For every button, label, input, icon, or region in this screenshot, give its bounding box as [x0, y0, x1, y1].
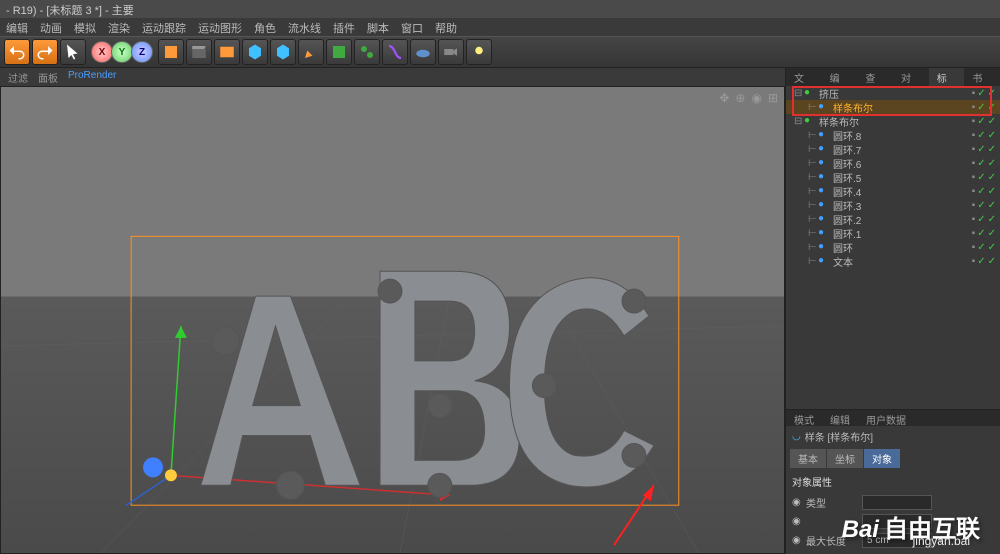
- tree-row[interactable]: ⊢●圆环.3▪✓✓: [786, 198, 1000, 212]
- attr-header: ◡ 样条 [样条布尔]: [786, 426, 1000, 447]
- tree-row[interactable]: ⊢●圆环.7▪✓✓: [786, 142, 1000, 156]
- title-bar: - R19) - [未标题 3 *] - 主要: [0, 0, 1000, 18]
- light-button[interactable]: [466, 39, 492, 65]
- menu-item[interactable]: 插件: [333, 20, 355, 34]
- menu-item[interactable]: 运动图形: [198, 20, 242, 34]
- type-input[interactable]: [862, 495, 932, 510]
- menu-item[interactable]: 运动跟踪: [142, 20, 186, 34]
- object-panel-tabs: 文件 编辑 查看 对象 标签 书签: [786, 68, 1000, 86]
- axis-z-button[interactable]: Z: [131, 41, 153, 63]
- tree-row[interactable]: ⊢●圆环.5▪✓✓: [786, 170, 1000, 184]
- pen-button[interactable]: [298, 39, 324, 65]
- attr-subtab[interactable]: 坐标: [827, 449, 863, 468]
- tree-row[interactable]: ⊢●圆环.4▪✓✓: [786, 184, 1000, 198]
- viewport-tab[interactable]: ProRender: [68, 70, 116, 84]
- viewport-tabs: 过滤 面板 ProRender: [0, 68, 785, 86]
- undo-button[interactable]: [4, 39, 30, 65]
- tree-row[interactable]: ⊢●圆环.8▪✓✓: [786, 128, 1000, 142]
- tree-row[interactable]: ⊢●圆环.1▪✓✓: [786, 226, 1000, 240]
- tree-row[interactable]: ⊢●圆环▪✓✓: [786, 240, 1000, 254]
- menu-item[interactable]: 角色: [254, 20, 276, 34]
- menu-item[interactable]: 动画: [40, 20, 62, 34]
- attr-tab[interactable]: 用户数据: [858, 410, 914, 426]
- attr-tab[interactable]: 编辑: [822, 410, 858, 426]
- object-icon: ●: [818, 143, 830, 155]
- menu-item[interactable]: 窗口: [401, 20, 423, 34]
- menu-item[interactable]: 编辑: [6, 20, 28, 34]
- viewport-container: 过滤 面板 ProRender ✥ ⊕ ◉ ⊞: [0, 68, 785, 554]
- panel-tab[interactable]: 书签: [964, 68, 1000, 86]
- menu-bar: 编辑 动画 模拟 渲染 运动跟踪 运动图形 角色 流水线 插件 脚本 窗口 帮助: [0, 18, 1000, 36]
- axis-x-button[interactable]: X: [91, 41, 113, 63]
- object-icon: ●: [818, 185, 830, 197]
- object-icon: ●: [818, 241, 830, 253]
- panel-tab[interactable]: 编辑: [822, 68, 858, 86]
- object-icon: ●: [818, 227, 830, 239]
- panel-tab[interactable]: 标签: [929, 68, 965, 86]
- object-icon: ●: [818, 157, 830, 169]
- cube2-button[interactable]: [270, 39, 296, 65]
- viewport-tab[interactable]: 面板: [38, 70, 58, 84]
- attr-subtab[interactable]: 对象: [864, 449, 900, 468]
- render-button[interactable]: [158, 39, 184, 65]
- menu-item[interactable]: 脚本: [367, 20, 389, 34]
- panel-tab[interactable]: 对象: [893, 68, 929, 86]
- right-panel: 文件 编辑 查看 对象 标签 书签 ⊟●挤压▪✓✓⊢●样条布尔▪✓✓⊟●样条布尔…: [785, 68, 1000, 554]
- axis-y-button[interactable]: Y: [111, 41, 133, 63]
- menu-item[interactable]: 流水线: [288, 20, 321, 34]
- attr-tab[interactable]: 模式: [786, 410, 822, 426]
- menu-item[interactable]: 帮助: [435, 20, 457, 34]
- camera-button[interactable]: [438, 39, 464, 65]
- object-icon: ●: [818, 129, 830, 141]
- object-icon: ●: [818, 199, 830, 211]
- object-icon: ●: [818, 213, 830, 225]
- attr-label: 类型: [806, 495, 856, 510]
- object-tree[interactable]: ⊟●挤压▪✓✓⊢●样条布尔▪✓✓⊟●样条布尔▪✓✓⊢●圆环.8▪✓✓⊢●圆环.7…: [786, 86, 1000, 409]
- panel-tab[interactable]: 文件: [786, 68, 822, 86]
- tree-row[interactable]: ⊢●圆环.2▪✓✓: [786, 212, 1000, 226]
- attr-subtab[interactable]: 基本: [790, 449, 826, 468]
- object-icon: ●: [804, 115, 816, 127]
- axis-group: X Y Z: [92, 41, 152, 63]
- menu-item[interactable]: 渲染: [108, 20, 130, 34]
- floor-button[interactable]: [410, 39, 436, 65]
- viewport-scene: [1, 87, 784, 553]
- redo-button[interactable]: [32, 39, 58, 65]
- tree-row[interactable]: ⊢●圆环.6▪✓✓: [786, 156, 1000, 170]
- viewport-tab[interactable]: 过滤: [8, 70, 28, 84]
- spline-icon: ◡: [792, 431, 801, 442]
- menu-item[interactable]: 模拟: [74, 20, 96, 34]
- deform-button[interactable]: [382, 39, 408, 65]
- toolbar: X Y Z: [0, 36, 1000, 68]
- nurbs-button[interactable]: [326, 39, 352, 65]
- highlight-annotation: [792, 86, 992, 116]
- array-button[interactable]: [354, 39, 380, 65]
- picture-button[interactable]: [214, 39, 240, 65]
- tree-row[interactable]: ⊢●文本▪✓✓: [786, 254, 1000, 268]
- watermark-sub: jingyan.bai: [913, 534, 970, 548]
- clapper-button[interactable]: [186, 39, 212, 65]
- object-icon: ●: [818, 255, 830, 267]
- panel-tab[interactable]: 查看: [857, 68, 893, 86]
- viewport-3d[interactable]: ✥ ⊕ ◉ ⊞: [0, 86, 785, 554]
- attr-section-title: 对象属性: [792, 474, 994, 489]
- select-tool[interactable]: [60, 39, 86, 65]
- object-icon: ●: [818, 171, 830, 183]
- cube-button[interactable]: [242, 39, 268, 65]
- tree-row[interactable]: ⊟●样条布尔▪✓✓: [786, 114, 1000, 128]
